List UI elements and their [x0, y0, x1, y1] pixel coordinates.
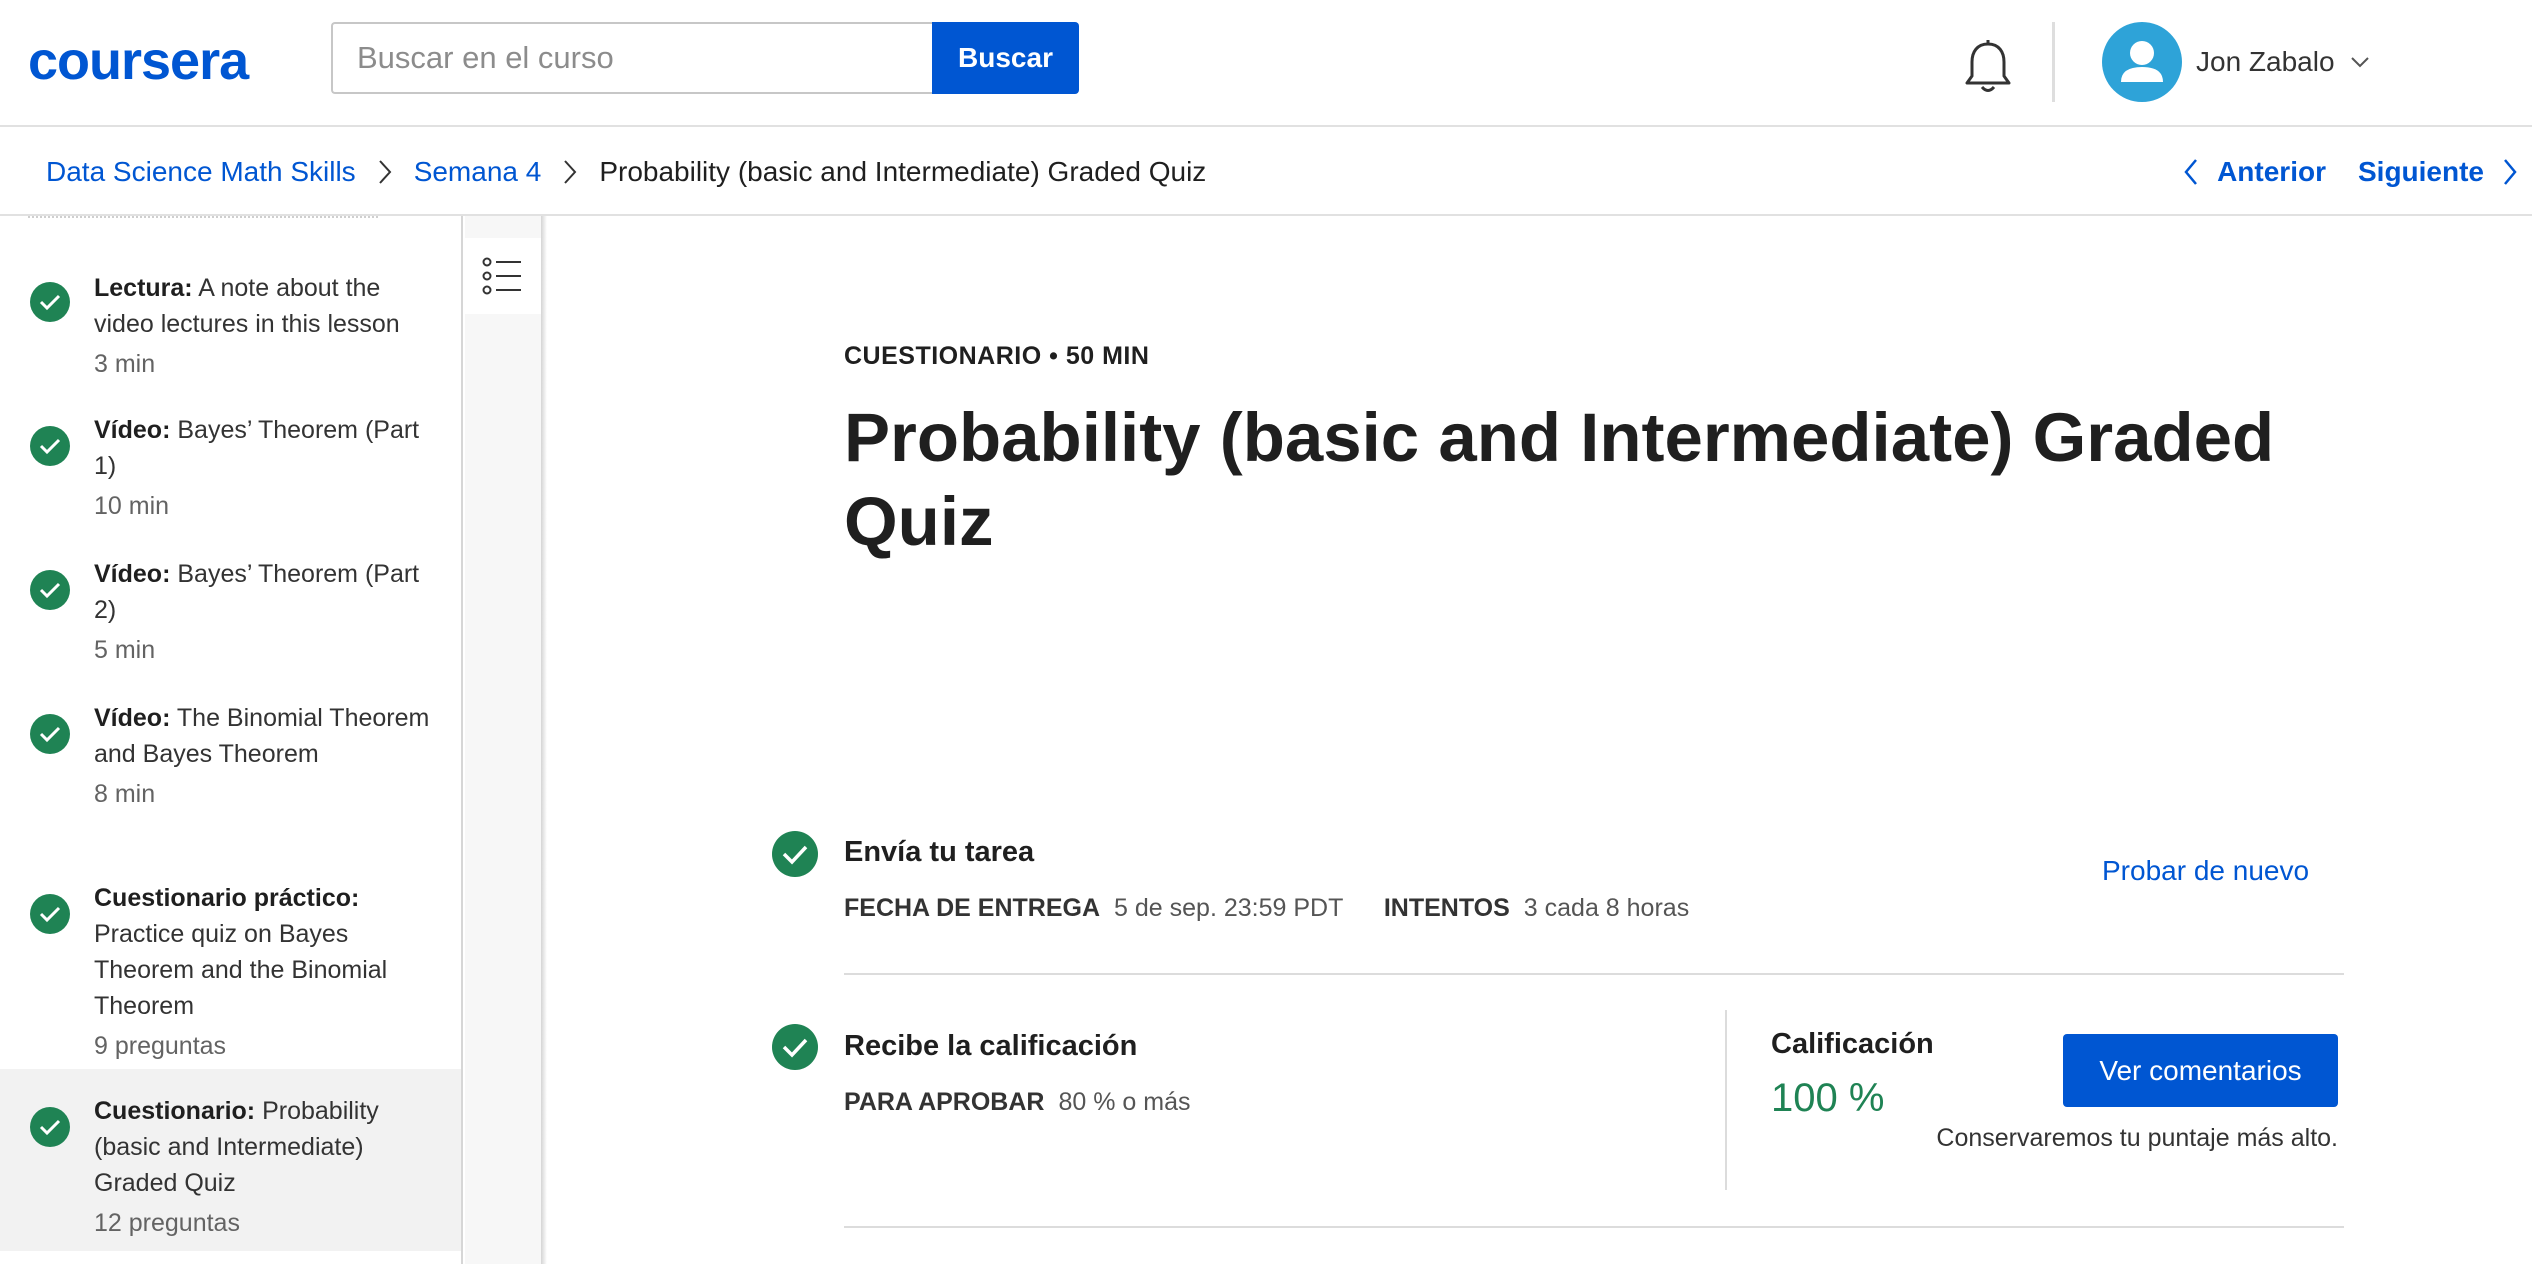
course-outline-sidebar: Lectura: A note about the video lectures… — [0, 216, 463, 1264]
section-divider — [844, 973, 2344, 975]
content-shadow — [541, 216, 547, 1264]
previous-button[interactable]: Anterior — [2181, 156, 2326, 188]
sidebar-item-meta: 3 min — [94, 350, 156, 378]
grade-label: Calificación — [1771, 1028, 1934, 1060]
sidebar-item-type: Vídeo: — [94, 416, 171, 444]
submit-meta: FECHA DE ENTREGA 5 de sep. 23:59 PDT INTE… — [844, 894, 1689, 923]
sidebar-item-text: Vídeo: Bayes’ Theorem (Part 2) 5 min — [94, 556, 434, 668]
breadcrumb-bar: Data Science Math Skills Semana 4 Probab… — [0, 127, 2532, 216]
sidebar-item-type: Vídeo: — [94, 560, 171, 588]
due-date-label: FECHA DE ENTREGA — [844, 894, 1101, 922]
next-label: Siguiente — [2357, 155, 2484, 187]
attempts-value: 3 cada 8 horas — [1523, 894, 1690, 922]
next-button[interactable]: Siguiente — [2358, 156, 2532, 188]
grade-meta: PARA APROBAR 80 % o más — [844, 1088, 1190, 1117]
completed-check-icon — [30, 282, 70, 322]
search-input[interactable] — [331, 22, 933, 94]
grade-completed-check-icon — [772, 1024, 818, 1070]
sidebar-item-text: Cuestionario: Probability (basic and Int… — [94, 1093, 434, 1241]
chevron-down-icon — [2350, 57, 2369, 68]
view-feedback-button[interactable]: Ver comentarios — [2063, 1034, 2338, 1107]
sidebar-item-practice-quiz[interactable]: Cuestionario práctico: Practice quiz on … — [0, 860, 461, 1076]
chevron-right-icon — [564, 159, 577, 184]
completed-check-icon — [30, 714, 70, 754]
sidebar-item-type: Cuestionario práctico: — [94, 884, 360, 912]
sidebar-item-title: Practice quiz on Bayes Theorem and the B… — [94, 920, 388, 1020]
sidebar-item-text: Vídeo: The Binomial Theorem and Bayes Th… — [94, 700, 434, 812]
breadcrumb-week[interactable]: Semana 4 — [414, 156, 542, 188]
breadcrumb-current: Probability (basic and Intermediate) Gra… — [599, 155, 1207, 187]
sidebar-item-meta: 5 min — [94, 636, 156, 664]
notifications-bell-icon[interactable] — [1962, 38, 2014, 96]
sidebar-item-meta: 9 preguntas — [94, 1032, 227, 1060]
top-header: coursera Buscar Jon Zabalo — [0, 0, 2532, 127]
breadcrumb-course[interactable]: Data Science Math Skills — [46, 156, 356, 188]
sidebar-item-bayes-part1[interactable]: Vídeo: Bayes’ Theorem (Part 1) 10 min — [0, 392, 461, 536]
chevron-right-icon — [378, 159, 392, 184]
completed-check-icon — [30, 426, 70, 466]
sidebar-item-graded-quiz[interactable]: Cuestionario: Probability (basic and Int… — [0, 1069, 461, 1251]
completed-check-icon — [30, 1107, 70, 1147]
coursera-logo[interactable]: coursera — [28, 30, 249, 92]
search-button[interactable]: Buscar — [932, 22, 1079, 94]
submit-step-title: Envía tu tarea — [844, 836, 1035, 868]
sidebar-item-type: Lectura: — [94, 274, 193, 302]
attempts-label: INTENTOS — [1383, 894, 1510, 922]
page-title: Probability (basic and Intermediate) Gra… — [844, 399, 2275, 560]
item-kicker: CUESTIONARIO • 50 MIN — [844, 342, 1150, 370]
sidebar-item-text: Cuestionario práctico: Practice quiz on … — [94, 880, 434, 1064]
grade-value: 100 % — [1771, 1076, 1885, 1120]
chevron-right-icon — [2504, 158, 2517, 185]
sidebar-item-meta: 10 min — [94, 492, 170, 520]
user-name: Jon Zabalo — [2196, 46, 2335, 77]
avatar — [2102, 22, 2182, 102]
sidebar-item-meta: 8 min — [94, 780, 156, 808]
grade-divider — [1725, 1010, 1727, 1190]
sidebar-item-text: Vídeo: Bayes’ Theorem (Part 1) 10 min — [94, 412, 434, 524]
previous-label: Anterior — [2217, 155, 2326, 187]
highest-score-note: Conservaremos tu puntaje más alto. — [1936, 1124, 2338, 1152]
chevron-left-icon — [2184, 158, 2198, 185]
sidebar-item-bayes-part2[interactable]: Vídeo: Bayes’ Theorem (Part 2) 5 min — [0, 536, 461, 680]
sidebar-item-binomial-bayes[interactable]: Vídeo: The Binomial Theorem and Bayes Th… — [0, 680, 461, 860]
due-date-value: 5 de sep. 23:59 PDT — [1114, 894, 1343, 922]
completed-check-icon — [30, 894, 70, 934]
pass-value: 80 % o más — [1058, 1088, 1191, 1116]
sidebar-item-type: Cuestionario: — [94, 1097, 256, 1125]
user-menu[interactable]: Jon Zabalo — [2102, 22, 2371, 102]
sidebar-item-type: Vídeo: — [94, 704, 171, 732]
list-icon — [482, 257, 521, 295]
sidebar-item-reading-note[interactable]: Lectura: A note about the video lectures… — [0, 252, 461, 392]
submit-completed-check-icon — [772, 831, 818, 877]
scroll-fade — [28, 216, 378, 220]
user-icon — [2121, 41, 2163, 82]
section-divider — [844, 1226, 2344, 1228]
completed-check-icon — [30, 570, 70, 610]
sidebar-item-meta: 12 preguntas — [94, 1209, 240, 1237]
breadcrumb: Data Science Math Skills Semana 4 Probab… — [46, 127, 1206, 216]
outline-toggle-strip — [465, 216, 541, 1264]
pass-label: PARA APROBAR — [844, 1088, 1045, 1116]
sidebar-item-text: Lectura: A note about the video lectures… — [94, 270, 434, 382]
item-pager: Anterior Siguiente — [2181, 127, 2532, 216]
header-divider — [2052, 22, 2055, 102]
grade-step-title: Recibe la calificación — [844, 1030, 1138, 1062]
outline-toggle-button[interactable] — [465, 238, 541, 314]
retry-link[interactable]: Probar de nuevo — [2102, 855, 2309, 887]
